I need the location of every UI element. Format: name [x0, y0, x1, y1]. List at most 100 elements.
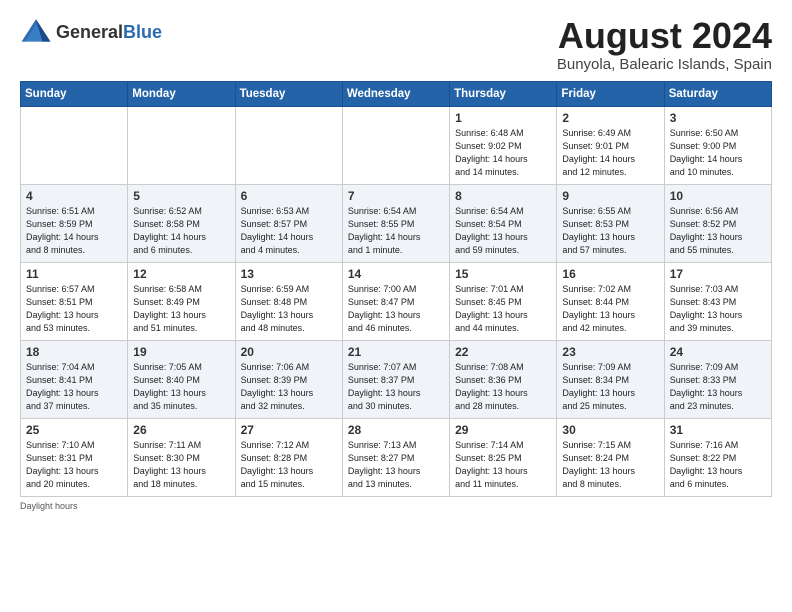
day-info: Sunrise: 7:09 AM Sunset: 8:33 PM Dayligh…: [670, 361, 766, 413]
calendar-cell: 2Sunrise: 6:49 AM Sunset: 9:01 PM Daylig…: [557, 106, 664, 184]
day-number: 18: [26, 345, 122, 359]
calendar-cell: 25 Sunrise: 7:10 AM Sunset: 8:31 PM Dayli…: [21, 418, 128, 496]
col-header-saturday: Saturday: [664, 81, 771, 106]
col-header-tuesday: Tuesday: [235, 81, 342, 106]
week-row-1: 1Sunrise: 6:48 AM Sunset: 9:02 PM Daylig…: [21, 106, 772, 184]
day-number: 19: [133, 345, 229, 359]
day-number: 29: [455, 423, 551, 437]
day-number: 25: [26, 423, 122, 437]
day-number: 15: [455, 267, 551, 281]
day-info: Sunrise: 6:54 AM Sunset: 8:55 PM Dayligh…: [348, 205, 444, 257]
day-info: Sunrise: 6:59 AM Sunset: 8:48 PM Dayligh…: [241, 283, 337, 335]
day-number: 31: [670, 423, 766, 437]
month-year: August 2024: [557, 16, 772, 56]
calendar-cell: 16 Sunrise: 7:02 AM Sunset: 8:44 PM Dayli…: [557, 262, 664, 340]
day-info: Sunrise: 6:50 AM Sunset: 9:00 PM Dayligh…: [670, 127, 766, 179]
calendar-cell: 19 Sunrise: 7:05 AM Sunset: 8:40 PM Dayli…: [128, 340, 235, 418]
day-info: Sunrise: 7:14 AM Sunset: 8:25 PM Dayligh…: [455, 439, 551, 491]
calendar-cell: [342, 106, 449, 184]
logo-general: General: [56, 22, 123, 42]
day-info: Sunrise: 7:02 AM Sunset: 8:44 PM Dayligh…: [562, 283, 658, 335]
calendar-cell: 28 Sunrise: 7:13 AM Sunset: 8:27 PM Dayli…: [342, 418, 449, 496]
calendar-header-row: SundayMondayTuesdayWednesdayThursdayFrid…: [21, 81, 772, 106]
col-header-sunday: Sunday: [21, 81, 128, 106]
day-info: Sunrise: 7:12 AM Sunset: 8:28 PM Dayligh…: [241, 439, 337, 491]
calendar-cell: 21 Sunrise: 7:07 AM Sunset: 8:37 PM Dayli…: [342, 340, 449, 418]
day-number: 22: [455, 345, 551, 359]
calendar-cell: 29 Sunrise: 7:14 AM Sunset: 8:25 PM Dayli…: [450, 418, 557, 496]
day-info: Sunrise: 7:16 AM Sunset: 8:22 PM Dayligh…: [670, 439, 766, 491]
day-info: Sunrise: 7:07 AM Sunset: 8:37 PM Dayligh…: [348, 361, 444, 413]
col-header-monday: Monday: [128, 81, 235, 106]
calendar-cell: 9 Sunrise: 6:55 AM Sunset: 8:53 PM Daylig…: [557, 184, 664, 262]
day-number: 21: [348, 345, 444, 359]
calendar-cell: 12Sunrise: 6:58 AM Sunset: 8:49 PM Dayli…: [128, 262, 235, 340]
day-number: 20: [241, 345, 337, 359]
day-number: 23: [562, 345, 658, 359]
calendar-cell: 14Sunrise: 7:00 AM Sunset: 8:47 PM Dayli…: [342, 262, 449, 340]
day-info: Sunrise: 7:09 AM Sunset: 8:34 PM Dayligh…: [562, 361, 658, 413]
day-number: 11: [26, 267, 122, 281]
col-header-wednesday: Wednesday: [342, 81, 449, 106]
day-number: 1: [455, 111, 551, 125]
week-row-5: 25 Sunrise: 7:10 AM Sunset: 8:31 PM Dayli…: [21, 418, 772, 496]
day-info: Sunrise: 6:58 AM Sunset: 8:49 PM Dayligh…: [133, 283, 229, 335]
day-info: Sunrise: 7:05 AM Sunset: 8:40 PM Dayligh…: [133, 361, 229, 413]
calendar-cell: 6 Sunrise: 6:53 AM Sunset: 8:57 PM Daylig…: [235, 184, 342, 262]
day-number: 5: [133, 189, 229, 203]
col-header-thursday: Thursday: [450, 81, 557, 106]
day-info: Sunrise: 6:56 AM Sunset: 8:52 PM Dayligh…: [670, 205, 766, 257]
calendar-cell: [21, 106, 128, 184]
calendar-cell: 30Sunrise: 7:15 AM Sunset: 8:24 PM Dayli…: [557, 418, 664, 496]
calendar-cell: 7Sunrise: 6:54 AM Sunset: 8:55 PM Daylig…: [342, 184, 449, 262]
day-info: Sunrise: 6:53 AM Sunset: 8:57 PM Dayligh…: [241, 205, 337, 257]
day-info: Sunrise: 6:55 AM Sunset: 8:53 PM Dayligh…: [562, 205, 658, 257]
calendar-table: SundayMondayTuesdayWednesdayThursdayFrid…: [20, 81, 772, 497]
day-info: Sunrise: 6:52 AM Sunset: 8:58 PM Dayligh…: [133, 205, 229, 257]
day-info: Sunrise: 6:57 AM Sunset: 8:51 PM Dayligh…: [26, 283, 122, 335]
day-number: 17: [670, 267, 766, 281]
calendar-cell: 17 Sunrise: 7:03 AM Sunset: 8:43 PM Dayli…: [664, 262, 771, 340]
calendar-cell: 18Sunrise: 7:04 AM Sunset: 8:41 PM Dayli…: [21, 340, 128, 418]
day-info: Sunrise: 7:08 AM Sunset: 8:36 PM Dayligh…: [455, 361, 551, 413]
day-number: 14: [348, 267, 444, 281]
day-info: Sunrise: 7:03 AM Sunset: 8:43 PM Dayligh…: [670, 283, 766, 335]
calendar-cell: 1Sunrise: 6:48 AM Sunset: 9:02 PM Daylig…: [450, 106, 557, 184]
footer-note: Daylight hours: [20, 501, 772, 511]
day-number: 6: [241, 189, 337, 203]
calendar-cell: 27Sunrise: 7:12 AM Sunset: 8:28 PM Dayli…: [235, 418, 342, 496]
week-row-4: 18Sunrise: 7:04 AM Sunset: 8:41 PM Dayli…: [21, 340, 772, 418]
calendar-body: 1Sunrise: 6:48 AM Sunset: 9:02 PM Daylig…: [21, 106, 772, 496]
calendar-cell: 20Sunrise: 7:06 AM Sunset: 8:39 PM Dayli…: [235, 340, 342, 418]
location: Bunyola, Balearic Islands, Spain: [557, 56, 772, 73]
day-info: Sunrise: 7:10 AM Sunset: 8:31 PM Dayligh…: [26, 439, 122, 491]
calendar-cell: 24 Sunrise: 7:09 AM Sunset: 8:33 PM Dayli…: [664, 340, 771, 418]
logo: GeneralBlue: [20, 16, 162, 48]
calendar-cell: 15Sunrise: 7:01 AM Sunset: 8:45 PM Dayli…: [450, 262, 557, 340]
day-info: Sunrise: 7:11 AM Sunset: 8:30 PM Dayligh…: [133, 439, 229, 491]
day-number: 28: [348, 423, 444, 437]
calendar-cell: 11 Sunrise: 6:57 AM Sunset: 8:51 PM Dayli…: [21, 262, 128, 340]
day-number: 3: [670, 111, 766, 125]
day-number: 26: [133, 423, 229, 437]
day-number: 10: [670, 189, 766, 203]
day-number: 16: [562, 267, 658, 281]
calendar-cell: 23 Sunrise: 7:09 AM Sunset: 8:34 PM Dayli…: [557, 340, 664, 418]
calendar-cell: 8Sunrise: 6:54 AM Sunset: 8:54 PM Daylig…: [450, 184, 557, 262]
week-row-2: 4Sunrise: 6:51 AM Sunset: 8:59 PM Daylig…: [21, 184, 772, 262]
calendar-cell: 3 Sunrise: 6:50 AM Sunset: 9:00 PM Daylig…: [664, 106, 771, 184]
title-block: August 2024 Bunyola, Balearic Islands, S…: [557, 16, 772, 73]
calendar-cell: 5 Sunrise: 6:52 AM Sunset: 8:58 PM Daylig…: [128, 184, 235, 262]
week-row-3: 11 Sunrise: 6:57 AM Sunset: 8:51 PM Dayli…: [21, 262, 772, 340]
calendar-cell: 22 Sunrise: 7:08 AM Sunset: 8:36 PM Dayli…: [450, 340, 557, 418]
day-number: 24: [670, 345, 766, 359]
day-number: 30: [562, 423, 658, 437]
page: GeneralBlue August 2024 Bunyola, Baleari…: [0, 0, 792, 521]
day-number: 9: [562, 189, 658, 203]
day-number: 2: [562, 111, 658, 125]
calendar-cell: 13Sunrise: 6:59 AM Sunset: 8:48 PM Dayli…: [235, 262, 342, 340]
calendar-cell: 31 Sunrise: 7:16 AM Sunset: 8:22 PM Dayli…: [664, 418, 771, 496]
day-info: Sunrise: 7:13 AM Sunset: 8:27 PM Dayligh…: [348, 439, 444, 491]
header: GeneralBlue August 2024 Bunyola, Baleari…: [20, 16, 772, 73]
col-header-friday: Friday: [557, 81, 664, 106]
